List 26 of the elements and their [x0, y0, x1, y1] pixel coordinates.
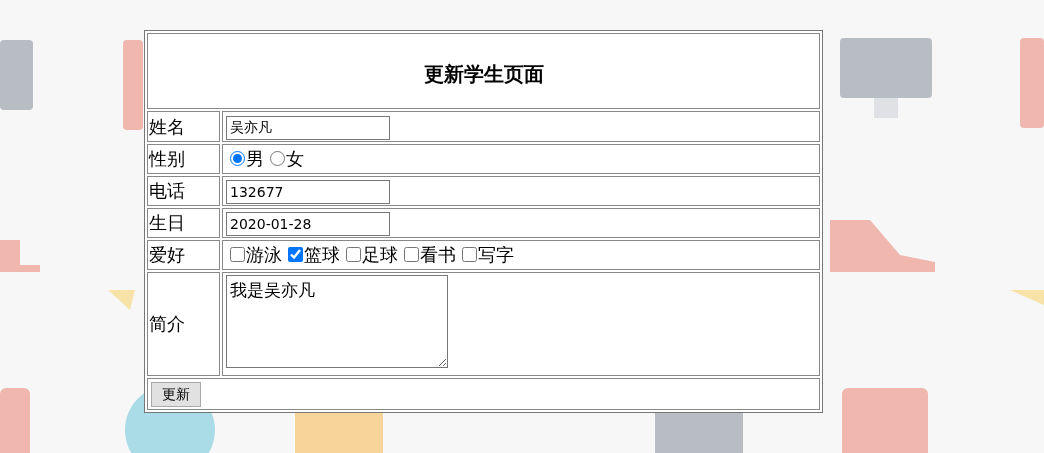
- input-field[interactable]: 吴亦凡: [226, 116, 390, 140]
- field-label: 爱好: [149, 244, 185, 266]
- option-label: 篮球: [304, 243, 340, 267]
- checkbox[interactable]: [288, 247, 303, 262]
- field-label: 简介: [149, 313, 185, 335]
- checkbox[interactable]: [404, 247, 419, 262]
- option-label: 写字: [478, 243, 514, 267]
- radio-button[interactable]: [230, 151, 245, 166]
- radio-button[interactable]: [270, 151, 285, 166]
- option-label: 男: [246, 147, 264, 171]
- text-area[interactable]: 我是吴亦凡: [226, 275, 448, 368]
- field-label: 姓名: [149, 115, 185, 137]
- option-label: 游泳: [246, 243, 282, 267]
- option-label: 女: [286, 147, 304, 171]
- field-label: 生日: [149, 212, 185, 234]
- field-label: 性别: [149, 148, 185, 170]
- page-title: 更新学生页面: [423, 62, 544, 86]
- option-label: 足球: [362, 243, 398, 267]
- update-button[interactable]: 更新: [151, 382, 201, 407]
- option-label: 看书: [420, 243, 456, 267]
- input-field[interactable]: 2020-01-28: [226, 212, 390, 236]
- checkbox[interactable]: [346, 247, 361, 262]
- checkbox[interactable]: [462, 247, 477, 262]
- checkbox[interactable]: [230, 247, 245, 262]
- input-field[interactable]: 132677: [226, 180, 390, 204]
- field-label: 电话: [149, 180, 185, 202]
